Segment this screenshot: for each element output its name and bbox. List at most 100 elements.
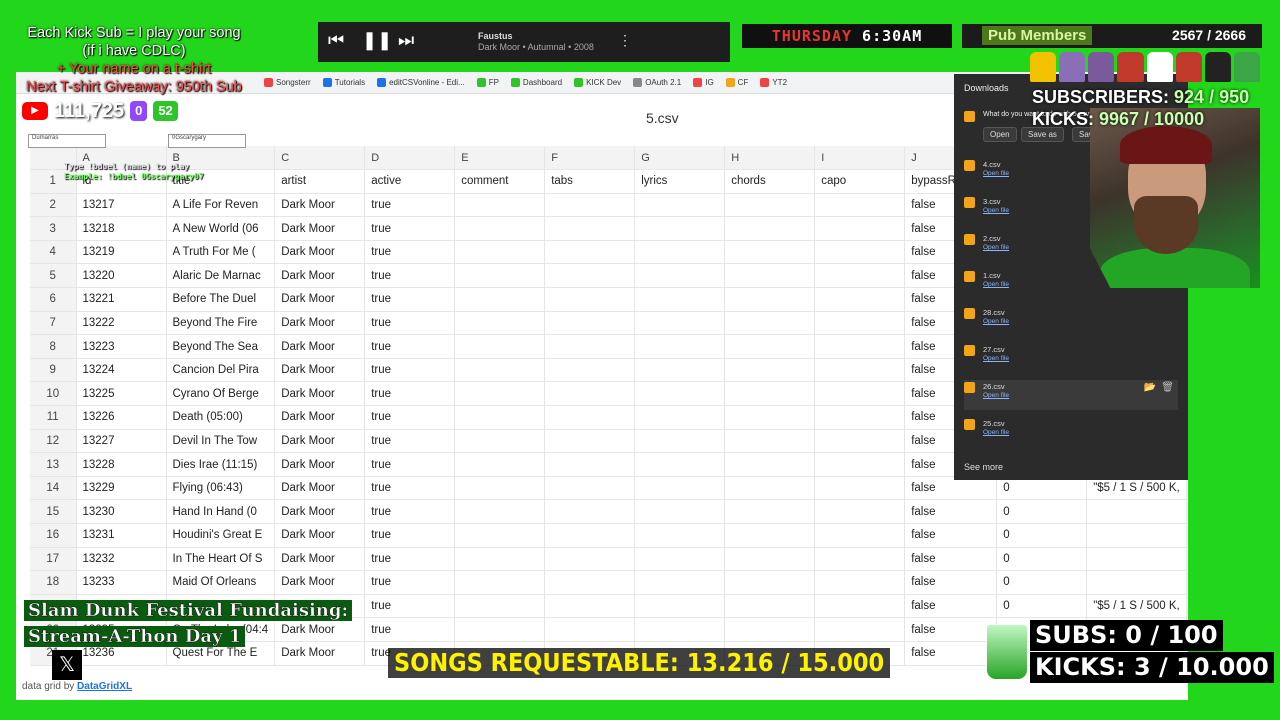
grid-cell[interactable] — [634, 358, 726, 383]
cell-artist[interactable]: Dark Moor — [274, 334, 366, 359]
grid-cell[interactable] — [814, 617, 906, 642]
cell-bypass[interactable]: false — [904, 547, 998, 572]
cell-id[interactable]: 13224 — [76, 358, 167, 383]
bookmark-item[interactable]: Tutorials — [322, 78, 365, 87]
row-number[interactable]: 3 — [30, 216, 77, 241]
cell-title[interactable]: Dies Irae (11:15) — [166, 452, 276, 477]
header-cell[interactable]: lyrics — [634, 169, 726, 194]
grid-cell[interactable] — [454, 547, 546, 572]
grid-cell[interactable] — [724, 358, 816, 383]
grid-cell[interactable] — [454, 405, 546, 430]
download-item[interactable]: 25.csv Open file — [964, 417, 1178, 447]
grid-cell[interactable] — [724, 287, 816, 312]
grid-cell[interactable] — [634, 499, 726, 524]
grid-cell[interactable] — [634, 405, 726, 430]
cell-artist[interactable]: Dark Moor — [274, 405, 366, 430]
grid-cell[interactable] — [544, 216, 636, 241]
grid-cell[interactable] — [814, 523, 906, 548]
header-cell[interactable]: capo — [814, 169, 906, 194]
cell-id[interactable]: 13230 — [76, 499, 167, 524]
cell-title[interactable]: Before The Duel — [166, 287, 276, 312]
cell-id[interactable]: 13228 — [76, 452, 167, 477]
row-number[interactable]: 9 — [30, 358, 77, 383]
header-cell[interactable]: active — [364, 169, 456, 194]
cell-l[interactable] — [1086, 523, 1187, 548]
datagridxl-link[interactable]: DataGridXL — [77, 681, 132, 692]
row-number[interactable]: 11 — [30, 405, 77, 430]
cell-artist[interactable]: Dark Moor — [274, 240, 366, 265]
column-header[interactable]: E — [454, 146, 546, 171]
cell-title[interactable]: Beyond The Fire — [166, 311, 276, 336]
open-file-link[interactable]: Open file — [983, 244, 1009, 251]
grid-cell[interactable] — [724, 405, 816, 430]
cell-active[interactable]: true — [364, 405, 456, 430]
grid-cell[interactable] — [634, 547, 726, 572]
cell-artist[interactable]: Dark Moor — [274, 263, 366, 289]
open-file-link[interactable]: Open file — [983, 207, 1009, 214]
cell-artist[interactable]: Dark Moor — [274, 499, 366, 524]
column-header[interactable]: H — [724, 146, 816, 171]
grid-cell[interactable] — [544, 334, 636, 359]
cell-active[interactable]: true — [364, 216, 456, 241]
grid-cell[interactable] — [814, 311, 906, 336]
cell-artist[interactable]: Dark Moor — [274, 570, 366, 595]
see-more-link[interactable]: See more — [964, 462, 1003, 472]
cell-title[interactable]: Flying (06:43) — [166, 476, 276, 501]
next-track-icon[interactable]: ⏭ — [398, 30, 414, 51]
cell-bypass[interactable]: false — [904, 641, 998, 666]
grid-cell[interactable] — [724, 547, 816, 572]
grid-cell[interactable] — [634, 570, 726, 595]
bookmark-item[interactable]: editCSVonline - Edi... — [377, 78, 465, 87]
show-in-folder-icon[interactable]: 📂 — [1144, 382, 1156, 393]
cell-artist[interactable]: Dark Moor — [274, 358, 366, 383]
cell-title[interactable]: A Life For Reven — [166, 193, 276, 218]
grid-cell[interactable] — [634, 381, 726, 407]
grid-cell[interactable] — [544, 381, 636, 407]
grid-cell[interactable] — [634, 334, 726, 359]
grid-cell[interactable] — [634, 452, 726, 477]
grid-cell[interactable] — [724, 594, 816, 619]
cell-k[interactable]: 0 — [996, 499, 1088, 524]
grid-cell[interactable] — [544, 476, 636, 501]
grid-cell[interactable] — [454, 334, 546, 359]
cell-id[interactable]: 13222 — [76, 311, 167, 336]
cell-bypass[interactable]: false — [904, 499, 998, 524]
cell-title[interactable]: Death (05:00) — [166, 405, 276, 430]
grid-cell[interactable] — [724, 523, 816, 548]
cell-artist[interactable]: Dark Moor — [274, 216, 366, 241]
grid-cell[interactable] — [544, 452, 636, 477]
grid-cell[interactable] — [814, 263, 906, 289]
grid-cell[interactable] — [454, 287, 546, 312]
cell-title[interactable]: Beyond The Sea — [166, 334, 276, 359]
row-number[interactable]: 6 — [30, 287, 77, 312]
row-number[interactable]: 2 — [30, 193, 77, 218]
cell-artist[interactable]: Dark Moor — [274, 452, 366, 477]
grid-cell[interactable] — [634, 476, 726, 501]
grid-cell[interactable] — [724, 311, 816, 336]
cell-id[interactable]: 13221 — [76, 287, 167, 312]
cell-id[interactable]: 13223 — [76, 334, 167, 359]
grid-cell[interactable] — [454, 570, 546, 595]
pause-icon[interactable]: ❚❚ — [362, 30, 392, 51]
grid-cell[interactable] — [634, 523, 726, 548]
cell-title[interactable]: Cancion Del Pira — [166, 358, 276, 383]
bookmark-item[interactable]: YT2 — [760, 78, 787, 87]
open-button[interactable]: Open — [983, 127, 1017, 142]
grid-cell[interactable] — [634, 216, 726, 241]
open-file-link[interactable]: Open file — [983, 318, 1009, 325]
cell-id[interactable]: 13218 — [76, 216, 167, 241]
grid-cell[interactable] — [724, 216, 816, 241]
grid-cell[interactable] — [724, 429, 816, 454]
cell-k[interactable]: 0 — [996, 594, 1088, 619]
cell-title[interactable]: Hand In Hand (0 — [166, 499, 276, 524]
cell-active[interactable]: true — [364, 334, 456, 359]
cell-active[interactable]: true — [364, 193, 456, 218]
column-header[interactable]: G — [634, 146, 726, 171]
grid-cell[interactable] — [454, 476, 546, 501]
column-header[interactable]: F — [544, 146, 636, 171]
grid-cell[interactable] — [724, 381, 816, 407]
cell-title[interactable]: Houdini's Great E — [166, 523, 276, 548]
cell-artist[interactable]: Dark Moor — [274, 523, 366, 548]
cell-active[interactable]: true — [364, 240, 456, 265]
grid-cell[interactable] — [454, 216, 546, 241]
